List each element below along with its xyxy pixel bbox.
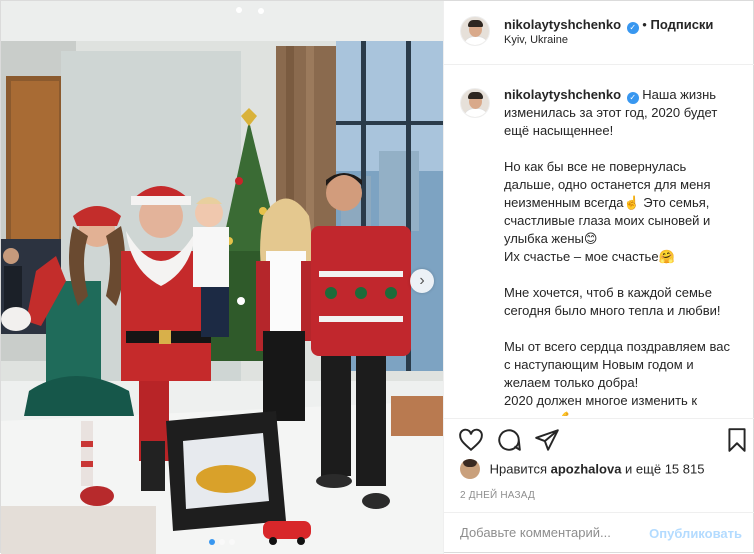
author-username[interactable]: nikolaytyshchenko (504, 17, 621, 32)
post-photo[interactable]: › (1, 1, 443, 554)
caption-text: nikolaytyshchenko ✓ Наша жизнь изменилас… (504, 86, 740, 416)
following-button[interactable]: Подписки (650, 17, 713, 32)
author-avatar[interactable] (460, 16, 490, 46)
heart-icon[interactable] (458, 427, 484, 453)
comment-box: Опубликовать (444, 512, 754, 554)
likes-prefix: Нравится (489, 461, 547, 477)
likes-count[interactable]: и ещё 15 815 (625, 462, 704, 477)
caption-avatar[interactable] (460, 88, 490, 118)
comment-icon[interactable] (496, 427, 522, 453)
location-link[interactable]: Kyiv, Ukraine (504, 34, 568, 46)
caption-username[interactable]: nikolaytyshchenko (504, 87, 621, 102)
caption-body: Наша жизнь изменилась за этот год, 2020 … (504, 87, 730, 416)
chevron-right-icon[interactable]: › (410, 269, 434, 293)
post-sidebar: nikolaytyshchenko ✓ • Подписки Kyiv, Ukr… (443, 1, 754, 554)
post-caption: nikolaytyshchenko ✓ Наша жизнь изменилас… (444, 76, 754, 416)
share-icon[interactable] (534, 427, 560, 453)
liker-username[interactable]: apozhalova (551, 462, 622, 477)
comment-input[interactable] (460, 525, 660, 540)
author-line: nikolaytyshchenko ✓ • Подписки (504, 17, 713, 34)
publish-button[interactable]: Опубликовать (649, 526, 742, 541)
family-christmas-photo (1, 1, 443, 554)
post-date[interactable]: 2 ДНЕЙ НАЗАД (460, 490, 535, 501)
instagram-post: › nikolaytyshchenko ✓ • Подписки Kyiv, U… (0, 0, 754, 554)
carousel-dot (219, 539, 225, 545)
bookmark-icon[interactable] (724, 427, 750, 453)
liker-avatar[interactable] (460, 459, 480, 479)
verified-badge-icon: ✓ (626, 92, 639, 104)
verified-badge-icon: ✓ (626, 22, 639, 34)
action-bar (444, 418, 754, 458)
carousel-dot (209, 539, 215, 545)
carousel-dot (229, 539, 235, 545)
separator: • (642, 17, 647, 32)
likes-line: Нравится apozhalova и ещё 15 815 (460, 459, 704, 481)
carousel-dots (1, 533, 443, 548)
post-header: nikolaytyshchenko ✓ • Подписки Kyiv, Ukr… (444, 1, 754, 65)
